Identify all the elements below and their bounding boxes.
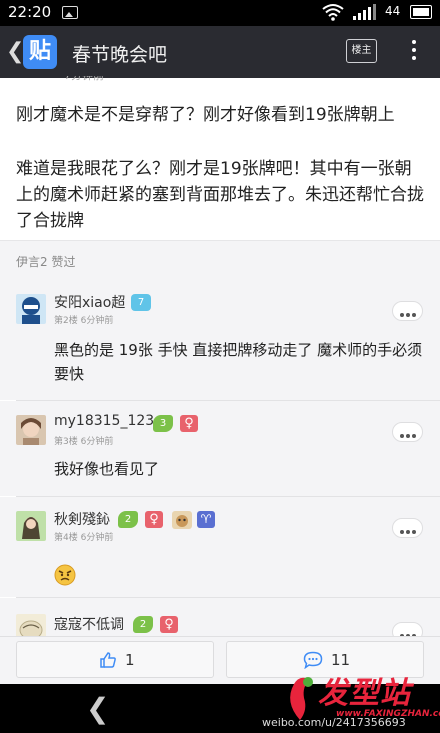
comment-item: 安阳xiao超 7 第2楼 6分钟前 黑色的是 19张 手快 直接把牌移动走了 … xyxy=(0,280,440,400)
comment-more-button[interactable] xyxy=(392,301,423,321)
nav-back-icon[interactable]: ❮ xyxy=(86,692,109,725)
comment-bubble-icon xyxy=(303,651,323,669)
comment-more-button[interactable] xyxy=(392,518,423,538)
likes-bar[interactable]: 伊言2 赞过 xyxy=(0,240,440,280)
avatar[interactable] xyxy=(16,614,46,636)
comment-meta: 第4楼 6分钟前 xyxy=(54,533,114,543)
more-menu-icon[interactable] xyxy=(404,40,424,64)
comment-body: 我好像也看见了 xyxy=(54,460,160,478)
avatar[interactable] xyxy=(16,294,46,324)
post-paragraph: 刚才魔术是不是穿帮了？刚才好像看到19张牌朝上 xyxy=(16,105,395,125)
female-icon: ♀ xyxy=(145,511,163,528)
level-badge: 2 xyxy=(118,511,138,528)
signal-icon xyxy=(353,4,376,20)
comment-username[interactable]: 秋剣殘鈊 xyxy=(54,509,110,529)
liked-by-text[interactable]: 伊言2 赞过 xyxy=(16,253,75,270)
status-time: 22:20 xyxy=(8,3,52,21)
comment-username[interactable]: my18315_123 xyxy=(54,413,154,429)
comment-more-button[interactable] xyxy=(392,422,423,442)
comment-item: my18315_123 3 ♀ 第3楼 6分钟前 我好像也看见了 xyxy=(0,401,440,496)
pet-badge-icon xyxy=(172,511,192,529)
comment-username[interactable]: 寇寇不低调 xyxy=(54,614,124,634)
level-badge: 3 xyxy=(153,415,173,432)
avatar[interactable] xyxy=(16,415,46,445)
flower-logo-icon xyxy=(290,677,313,720)
image-notification-icon xyxy=(62,6,78,19)
like-button[interactable]: 1 xyxy=(16,641,214,678)
level-badge: 2 xyxy=(133,616,153,633)
zodiac-aries-icon: ♈ xyxy=(197,511,215,528)
thumbs-up-icon xyxy=(100,652,116,668)
female-icon: ♀ xyxy=(160,616,178,633)
network-type: 44 xyxy=(385,4,401,18)
post-time: 7分钟前 xyxy=(64,76,104,84)
comment-item: 秋剣殘鈊 2 ♀ ♈ 第4楼 6分钟前 xyxy=(0,497,440,597)
post-paragraph: 难道是我眼花了么？刚才是19张牌吧！其中有一张朝上的魔术师赶紧的塞到背面那堆去了… xyxy=(16,159,424,231)
comment-body: 黑色的是 19张 手快 直接把牌移动走了 魔术师的手必须要快 xyxy=(54,341,423,383)
battery-icon xyxy=(410,5,432,19)
like-count: 1 xyxy=(125,651,135,669)
level-badge: 7 xyxy=(131,294,151,311)
owner-only-button[interactable]: 楼主 xyxy=(346,39,377,63)
avatar[interactable] xyxy=(16,511,46,541)
wifi-icon xyxy=(322,4,344,21)
comment-meta: 第3楼 6分钟前 xyxy=(54,437,114,447)
main-post: 7分钟前 刚才魔术是不是穿帮了？刚才好像看到19张牌朝上 难道是我眼花了么？刚才… xyxy=(0,76,440,240)
comment-item: 寇寇不低调 2 ♀ xyxy=(0,598,440,636)
watermark-logo: 发型站 www.FAXINGZHAN.com xyxy=(280,668,440,733)
comment-username[interactable]: 安阳xiao超 xyxy=(54,292,125,312)
tieba-logo-icon[interactable]: 贴 xyxy=(23,35,57,69)
watermark-url: www.FAXINGZHAN.com xyxy=(336,709,440,719)
title-bar: ❮ 贴 春节晚会吧 楼主 xyxy=(0,26,440,78)
watermark-logo-text: 发型站 xyxy=(318,676,411,711)
comment-meta: 第2楼 6分钟前 xyxy=(54,316,114,326)
comment-more-button[interactable] xyxy=(392,622,423,636)
status-bar: 22:20 44 xyxy=(0,0,440,26)
reply-count: 11 xyxy=(331,651,351,669)
page-title[interactable]: 春节晚会吧 xyxy=(72,40,167,67)
female-icon: ♀ xyxy=(180,415,198,432)
angry-emoji-icon xyxy=(54,564,76,586)
back-chevron-icon[interactable]: ❮ xyxy=(6,39,24,64)
